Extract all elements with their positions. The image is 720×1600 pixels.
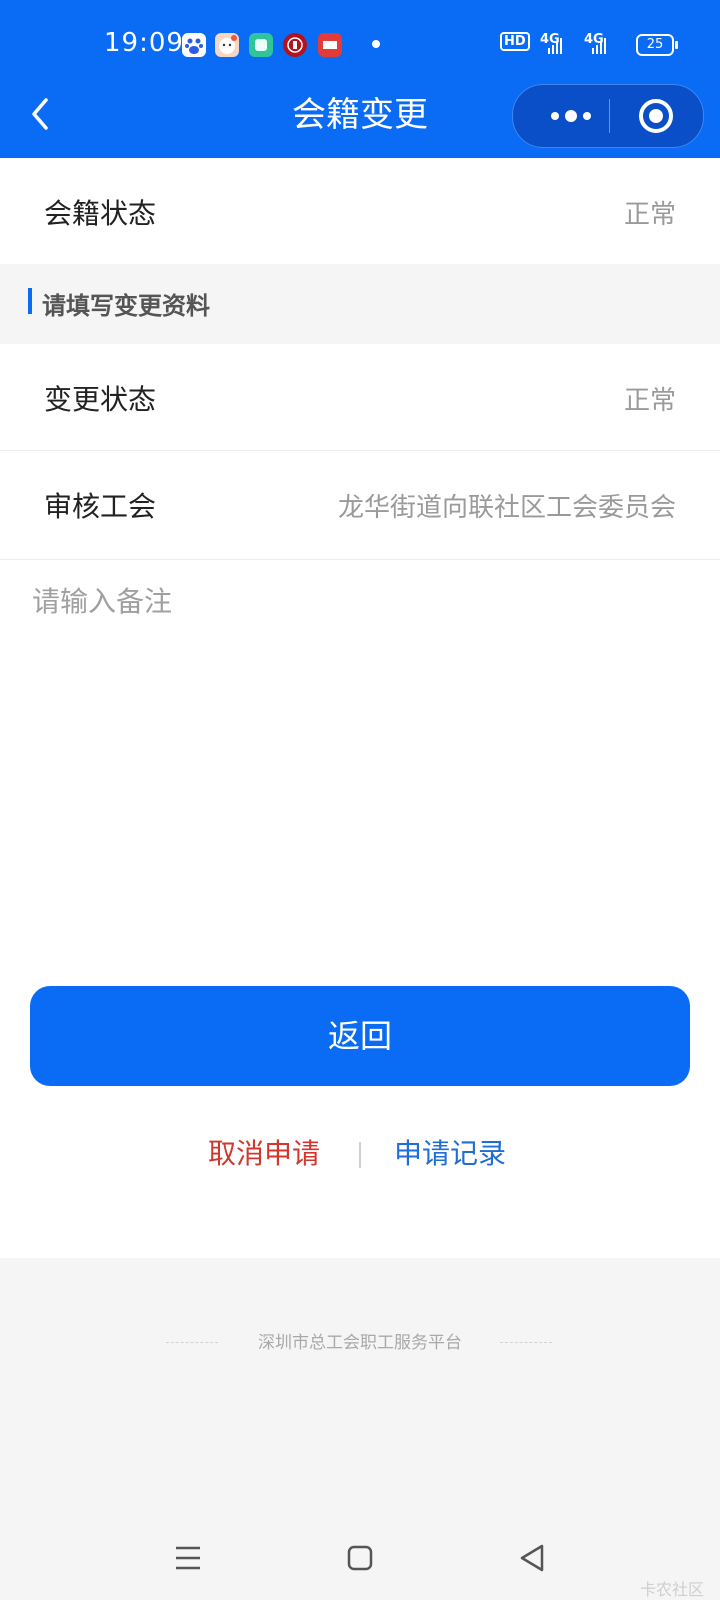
- toutiao-icon: [318, 33, 342, 57]
- bank-icon: [283, 33, 307, 57]
- footer-dash-left: [166, 1342, 218, 1343]
- review-union-row[interactable]: 审核工会 龙华街道向联社区工会委员会: [0, 451, 720, 559]
- membership-status-value: 正常: [623, 200, 676, 230]
- hd-badge: HD: [500, 32, 530, 51]
- membership-status-row: 会籍状态 正常: [0, 158, 720, 264]
- menu-icon: [176, 1546, 200, 1570]
- review-union-value[interactable]: 龙华街道向联社区工会委员会: [338, 487, 676, 524]
- review-union-label: 审核工会: [44, 490, 157, 523]
- home-square-icon: [347, 1545, 373, 1571]
- status-bar: 19:09 HD 4G 4G 25: [0, 0, 720, 90]
- status-time: 19:09: [104, 28, 184, 58]
- application-records-link[interactable]: 申请记录: [394, 1132, 506, 1172]
- change-status-value[interactable]: 正常: [624, 380, 676, 417]
- signal-icon: [548, 38, 562, 58]
- remark-input[interactable]: [30, 578, 694, 862]
- baidu-icon: [182, 33, 206, 57]
- notification-dot: [372, 40, 380, 48]
- top-bar: 19:09 HD 4G 4G 25 会籍变更: [0, 0, 720, 158]
- system-nav-bar: [0, 1520, 720, 1600]
- cancel-application-link[interactable]: 取消申请: [208, 1132, 320, 1172]
- section-accent-bar: [28, 288, 32, 314]
- return-button[interactable]: 返回: [30, 986, 690, 1086]
- close-button[interactable]: [637, 97, 675, 135]
- back-triangle-icon: [520, 1544, 544, 1572]
- section-title: 请填写变更资料: [42, 292, 210, 320]
- footer-dash-right: [500, 1342, 552, 1343]
- capsule-divider: [609, 99, 610, 133]
- more-button[interactable]: [541, 101, 601, 131]
- watermark-text: 卡农社区: [639, 1580, 704, 1599]
- change-status-label: 变更状态: [44, 383, 157, 416]
- back-nav-button[interactable]: [512, 1538, 552, 1578]
- battery-indicator: 25: [636, 34, 678, 56]
- menu-button[interactable]: [168, 1538, 208, 1578]
- links-separator: [359, 1142, 361, 1168]
- home-button[interactable]: [340, 1538, 380, 1578]
- footer-text: 深圳市总工会职工服务平台: [258, 1333, 462, 1353]
- green-app-icon: [249, 33, 273, 57]
- membership-status-label: 会籍状态: [44, 197, 157, 230]
- change-status-row[interactable]: 变更状态 正常: [0, 344, 720, 450]
- footer: 深圳市总工会职工服务平台: [0, 1328, 720, 1358]
- secondary-links: 取消申请 申请记录: [0, 1132, 720, 1182]
- cartoon-icon: [215, 33, 239, 57]
- more-dots-icon: [551, 110, 591, 122]
- mini-program-capsule: [512, 84, 704, 148]
- target-circle-icon: [639, 99, 673, 133]
- section-header: 请填写变更资料: [0, 264, 720, 344]
- signal-icon-2: [592, 38, 606, 58]
- remark-area: [0, 560, 720, 878]
